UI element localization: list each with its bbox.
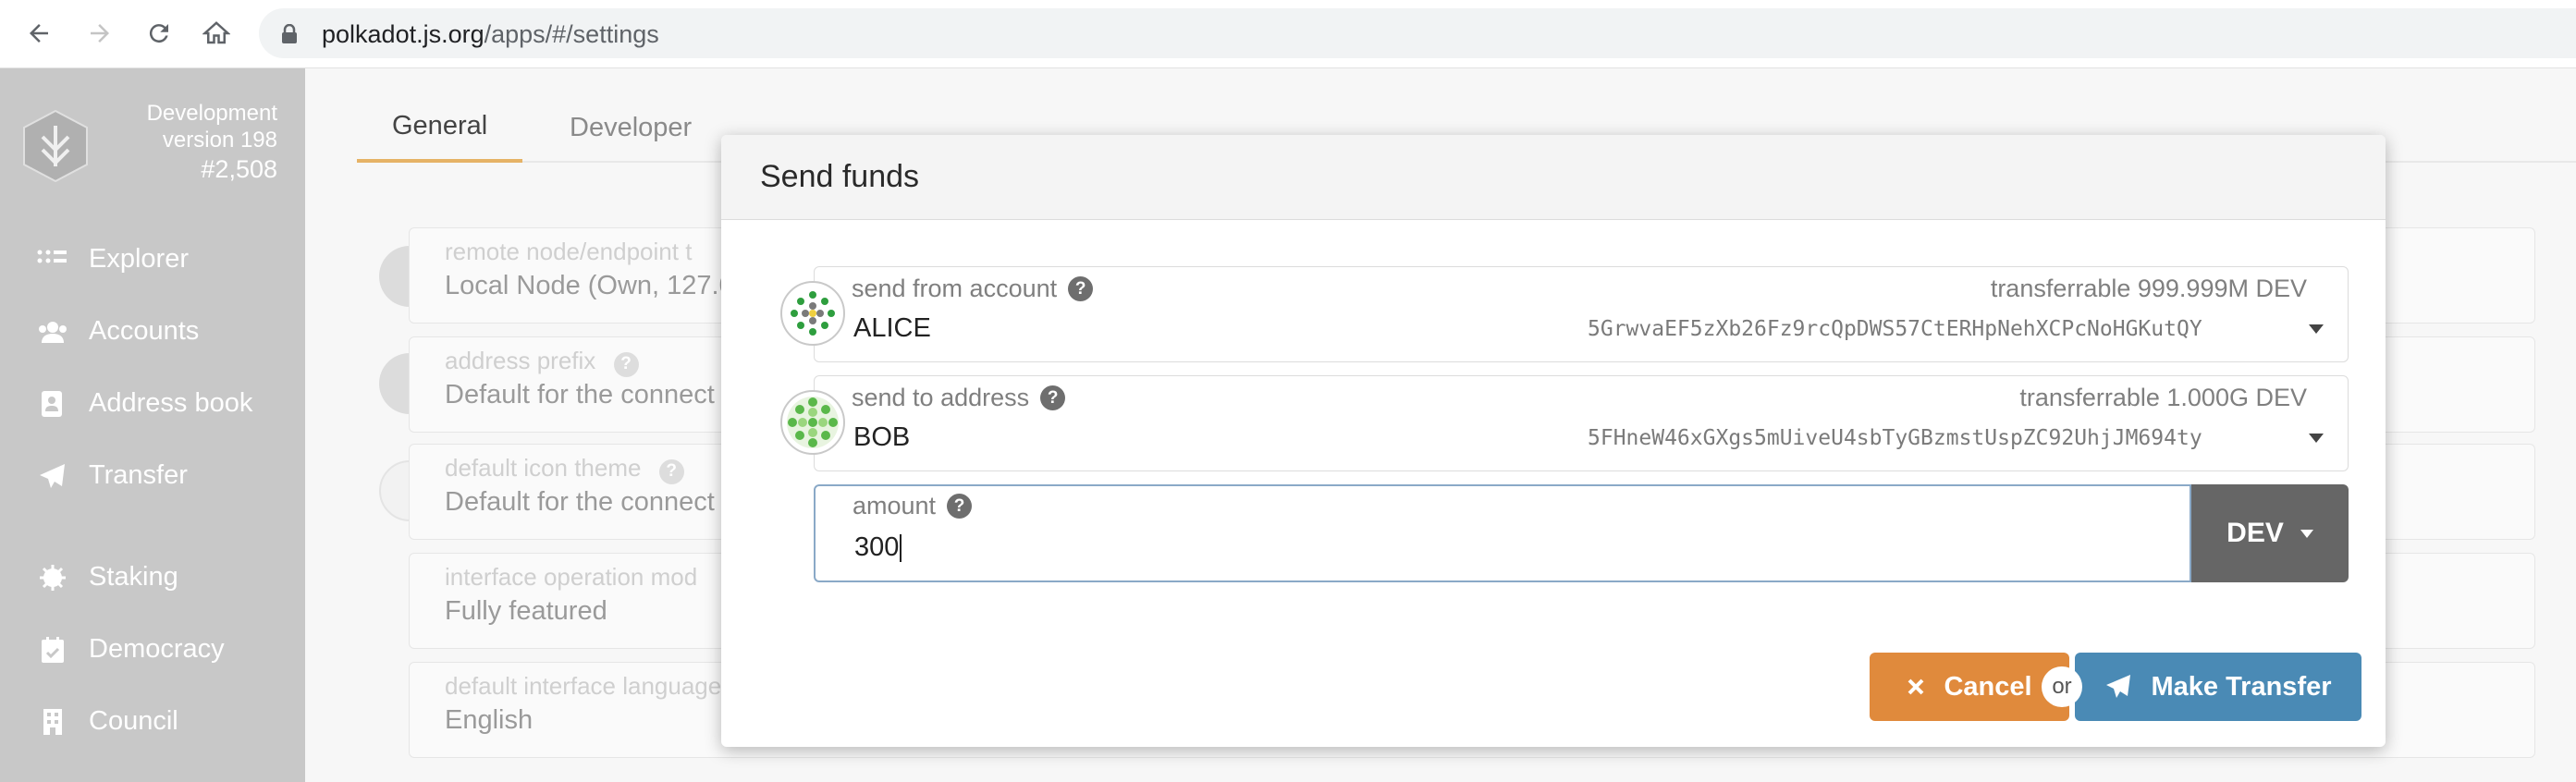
sidebar-item-label: Council <box>89 706 178 736</box>
explorer-icon <box>37 250 67 263</box>
bob-identicon <box>780 390 845 455</box>
chain-name: Development <box>146 101 277 126</box>
sidebar-item-label: Transfer <box>89 460 188 490</box>
sidebar-item-transfer[interactable]: Transfer <box>37 460 188 491</box>
sidebar-item-staking[interactable]: Staking <box>37 562 178 593</box>
field-value: Default for the connect <box>445 487 715 517</box>
sidebar-item-label: Accounts <box>89 316 200 346</box>
staking-icon <box>40 564 66 591</box>
home-button[interactable] <box>196 13 237 54</box>
amount-value: 300 <box>854 532 902 563</box>
home-icon <box>202 21 230 44</box>
tab-general[interactable]: General <box>357 92 523 163</box>
browser-toolbar: polkadot.js.org/apps/#/settings <box>0 0 2576 68</box>
sidebar-item-accounts[interactable]: Accounts <box>37 316 199 347</box>
field-label: send to address? <box>852 384 1066 412</box>
runtime-version: version 198 <box>162 128 277 153</box>
tab-label: General <box>392 110 488 141</box>
send-icon <box>40 463 65 488</box>
sidebar: Development version 198 #2,508 Explorer … <box>0 68 305 782</box>
forward-button[interactable] <box>80 13 120 54</box>
sidebar-item-label: Explorer <box>89 244 189 274</box>
field-label: default icon theme ? <box>445 454 684 484</box>
unit-label: DEV <box>2226 518 2284 548</box>
tab-developer[interactable]: Developer <box>534 92 727 163</box>
back-arrow-icon <box>30 24 48 43</box>
text-cursor <box>900 534 902 563</box>
reload-icon <box>149 24 168 43</box>
modal-header: Send funds <box>721 135 2386 220</box>
field-label: interface operation mod <box>445 563 698 591</box>
field-value: English <box>445 705 534 735</box>
help-icon[interactable]: ? <box>1068 276 1094 301</box>
account-address: 5GrwvaEF5zXb26Fz9rcQpDWS57CtERHpNehXCPcN… <box>1588 317 2202 341</box>
best-block: #2,508 <box>201 155 277 183</box>
modal-title: Send funds <box>760 159 920 194</box>
lock-icon <box>282 24 297 43</box>
close-icon <box>1908 678 1924 695</box>
url-host: polkadot.js.org <box>322 20 485 48</box>
sidebar-item-explorer[interactable]: Explorer <box>37 244 189 275</box>
chevron-down-icon <box>2309 324 2324 334</box>
account-address: 5FHneW46xGXgs5mUiveU4sbTyGBzmstUspZC92Uh… <box>1588 426 2202 450</box>
sidebar-item-label: Address book <box>89 388 253 418</box>
field-value: Local Node (Own, 127.0 <box>445 271 734 300</box>
field-label: default interface language <box>445 672 722 700</box>
sidebar-item-council[interactable]: Council <box>37 706 178 737</box>
transferrable-balance: transferrable 999.999M DEV <box>1990 275 2307 302</box>
address-book-icon <box>42 390 62 417</box>
field-label: send from account? <box>852 275 1094 303</box>
sidebar-item-label: Staking <box>89 562 178 592</box>
field-label: remote node/endpoint t <box>445 238 693 265</box>
transferrable-balance: transferrable 1.000G DEV <box>2019 384 2307 411</box>
alice-identicon <box>780 281 845 346</box>
field-label: address prefix ? <box>445 347 639 377</box>
help-icon[interactable]: ? <box>1040 385 1066 410</box>
sidebar-item-label: Democracy <box>89 634 225 664</box>
tab-label: Developer <box>570 112 693 142</box>
account-name: ALICE <box>853 313 931 343</box>
cancel-button[interactable]: Cancel <box>1870 653 2069 721</box>
reload-button[interactable] <box>139 13 179 54</box>
help-icon: ? <box>613 351 639 377</box>
unit-dropdown[interactable]: DEV <box>2191 484 2349 582</box>
url-text: polkadot.js.org/apps/#/settings <box>322 20 659 49</box>
identicon-icon <box>787 397 839 448</box>
field-value: Fully featured <box>445 596 607 626</box>
chevron-down-icon <box>2300 529 2313 538</box>
polkadot-logo-icon <box>23 109 88 183</box>
send-funds-modal: Send funds send from account? transferra… <box>721 135 2386 747</box>
send-icon <box>2106 675 2131 698</box>
field-label: amount? <box>853 492 973 520</box>
send-to-dropdown[interactable]: send to address? transferrable 1.000G DE… <box>814 375 2349 471</box>
accounts-icon <box>39 321 67 343</box>
council-icon <box>43 708 62 735</box>
make-transfer-button[interactable]: Make Transfer <box>2075 653 2361 721</box>
chevron-down-icon <box>2309 434 2324 443</box>
address-bar[interactable]: polkadot.js.org/apps/#/settings <box>259 8 2576 58</box>
help-icon[interactable]: ? <box>947 494 973 519</box>
or-separator: or <box>2043 668 2080 705</box>
amount-input[interactable]: amount? 300 <box>814 484 2191 582</box>
democracy-icon <box>42 636 64 663</box>
submit-label: Make Transfer <box>2151 671 2332 702</box>
cancel-label: Cancel <box>1944 671 2032 702</box>
field-value: Default for the connect <box>445 380 715 409</box>
help-icon: ? <box>658 458 684 484</box>
url-path: /apps/#/settings <box>484 20 659 48</box>
account-name: BOB <box>853 422 911 452</box>
chain-info: Development version 198 #2,508 <box>147 100 277 185</box>
app-area: Development version 198 #2,508 Explorer … <box>0 68 2576 782</box>
back-button[interactable] <box>18 13 59 54</box>
send-from-dropdown[interactable]: send from account? transferrable 999.999… <box>814 266 2349 362</box>
identicon-icon <box>791 291 835 336</box>
sidebar-item-democracy[interactable]: Democracy <box>37 634 225 665</box>
sidebar-item-address-book[interactable]: Address book <box>37 388 252 419</box>
forward-arrow-icon <box>91 24 109 43</box>
